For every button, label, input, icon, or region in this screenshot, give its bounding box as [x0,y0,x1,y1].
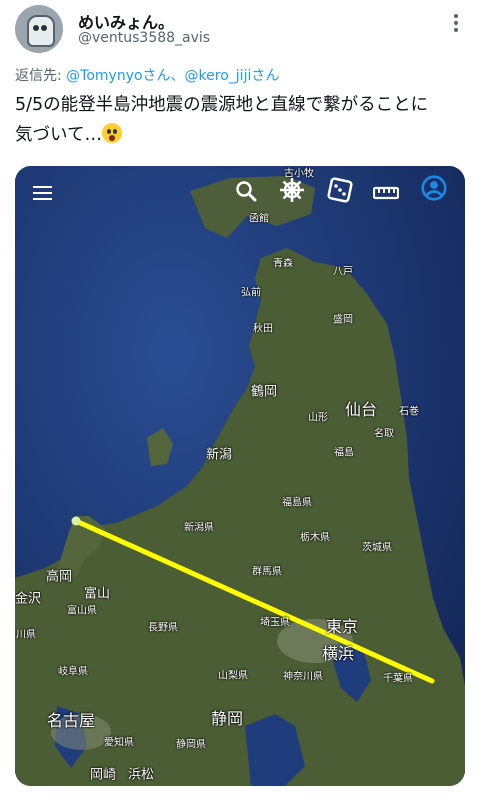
avatar-eye [33,25,39,31]
map-label-fukushima-ken: 福島県 [282,497,312,509]
map-label-tokyo: 東京 [325,617,359,636]
map-label-ishikawa: 川県 [16,629,36,641]
map-label-chiba-ken: 千葉県 [383,673,413,685]
search-icon[interactable] [234,178,258,204]
ship-wheel-icon[interactable] [279,177,305,203]
menu-icon[interactable] [32,180,54,206]
tweet-text: 5/5の能登半島沖地震の震源地と直線で繋がることに 気づいて… [15,90,465,150]
map-label-nagano-ken: 長野県 [148,622,178,634]
map-label-niigata-ken: 新潟県 [184,522,214,534]
tweet-text-line1: 5/5の能登半島沖地震の震源地と直線で繋がることに [15,95,429,115]
dice-icon[interactable] [327,177,353,203]
map-label-yokohama: 横浜 [321,644,355,663]
epicenter-marker [71,516,81,526]
map-label-fukushima: 福島 [334,447,354,459]
map-label-gifu-ken: 岐阜県 [58,666,88,678]
map-label-shizuoka-ken: 静岡県 [176,739,206,751]
map-label-ishinomaki: 石巻 [399,406,419,418]
account-icon[interactable] [419,175,449,201]
map-label-hakodate: 函館 [249,213,269,225]
reply-mentions[interactable]: @Tomynyoさん、@kero_jijiさん [66,68,279,84]
more-options-icon[interactable] [450,12,462,36]
map-label-shizuoka: 静岡 [210,709,244,728]
reply-to-line: 返信先: @Tomynyoさん、@kero_jijiさん [15,65,279,85]
map-label-ibaraki-ken: 茨城県 [362,542,392,554]
map-label-tochigi-ken: 栃木県 [300,532,330,544]
map-label-toyama-ken: 富山県 [67,605,97,617]
map-label-yamanashi-ken: 山梨県 [218,670,248,682]
avatar-figure [27,15,55,47]
map-label-yamagata: 山形 [308,412,328,424]
ruler-icon[interactable] [373,180,399,206]
map-label-hachinohe: 八戸 [333,266,353,278]
map-label-okazaki: 岡崎 [89,767,117,783]
map-label-takaoka: 高岡 [45,569,73,585]
map-label-niigata: 新潟 [205,447,233,463]
tweet-text-line2-text: 気づいて… [15,125,102,145]
tweet-header: めいみょん。 @ventus3588_avis [0,0,480,60]
map-label-akita: 秋田 [253,323,273,335]
map-label-saitama-ken: 埼玉県 [260,617,290,629]
map-label-morioka: 盛岡 [333,314,353,326]
map-label-gunma-ken: 群馬県 [252,566,282,578]
map-canvas [15,166,465,786]
avatar[interactable] [15,5,63,53]
map-label-hirosaki: 弘前 [241,287,261,299]
map-label-aichi-ken: 愛知県 [104,737,134,749]
avatar-eye [41,25,47,31]
map-label-aomori: 青森 [273,258,293,270]
map-label-hamamatsu: 浜松 [127,767,155,783]
map-label-tsuruoka: 鶴岡 [250,384,278,400]
map-label-sendai: 仙台 [344,400,378,419]
map-label-furukomaki: 古小牧 [284,168,314,180]
map-label-kanazawa: 金沢 [15,591,42,607]
map-label-nagoya: 名古屋 [46,711,96,730]
tweet-text-line2: 気づいて… [15,120,465,150]
map-image[interactable]: 古小牧 函館 青森 八戸 弘前 秋田 盛岡 鶴岡 山形 仙台 石巻 名取 福島 … [15,166,465,786]
face-screaming-icon [101,123,122,143]
map-label-natori: 名取 [374,428,394,440]
user-handle[interactable]: @ventus3588_avis [78,30,210,46]
map-label-kanagawa-ken: 神奈川県 [283,671,323,683]
reply-prefix: 返信先: [15,68,67,84]
map-label-toyama: 富山 [83,586,111,602]
